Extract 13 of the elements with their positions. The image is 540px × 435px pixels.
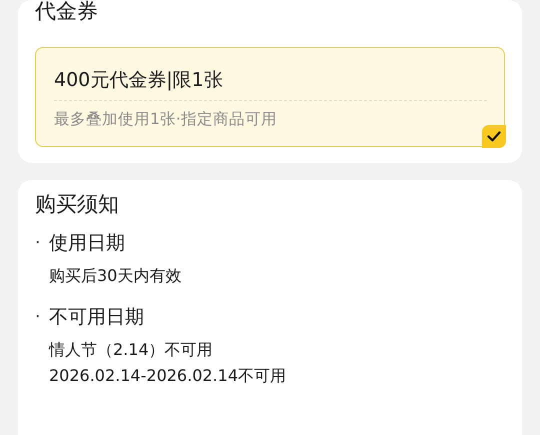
check-icon — [482, 124, 506, 148]
notice-text: 2026.02.14-2026.02.14不可用 — [49, 366, 286, 385]
notice-text: 情人节（2.14）不可用 — [49, 340, 213, 359]
notice-text: 购买后30天内有效 — [49, 266, 182, 285]
notice-heading: 不可用日期 — [49, 305, 144, 330]
bullet: · — [35, 232, 42, 255]
notice-heading: 使用日期 — [49, 231, 125, 256]
section-title: 购买须知 — [35, 194, 120, 215]
coupon-card[interactable]: 400元代金券|限1张 最多叠加使用1张·指定商品可用 — [35, 47, 505, 147]
coupon-title: 400元代金券|限1张 — [54, 68, 223, 93]
coupon-note: 最多叠加使用1张·指定商品可用 — [54, 109, 277, 130]
bullet: · — [35, 306, 42, 329]
section-title: 代金券 — [35, 0, 98, 22]
